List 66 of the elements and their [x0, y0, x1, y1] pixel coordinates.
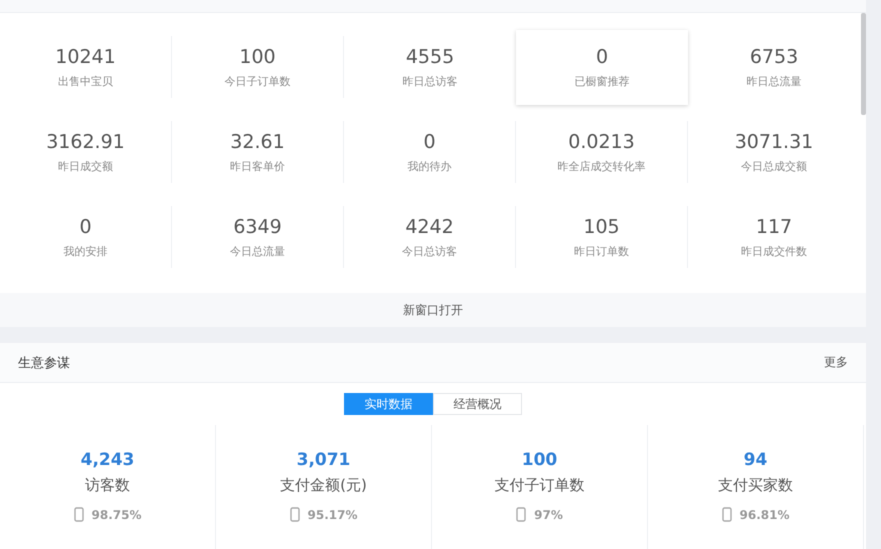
highlighted-stat-tile[interactable]: 0 已橱窗推荐	[516, 30, 688, 105]
stat-value: 117	[756, 216, 792, 238]
stat-tile[interactable]: 32.61 昨日客单价	[172, 121, 344, 183]
stat-label: 昨日成交额	[58, 158, 113, 174]
stat-tile[interactable]: 3162.91 昨日成交额	[0, 121, 172, 183]
stat-tile[interactable]: 6349 今日总流量	[172, 206, 344, 268]
stat-value: 0.0213	[568, 130, 635, 152]
mobile-share: 98.75%	[92, 508, 142, 522]
metric-value: 94	[744, 450, 768, 470]
stat-label: 昨日总流量	[746, 74, 802, 89]
stat-value: 0	[596, 46, 608, 68]
metric-label: 支付金额(元)	[280, 476, 367, 495]
stat-tile[interactable]: 105 昨日订单数	[516, 206, 688, 268]
metric-label: 支付买家数	[718, 476, 793, 495]
metric-label: 支付子订单数	[494, 476, 584, 495]
stat-label: 今日总流量	[230, 244, 285, 258]
mobile-share: 96.81%	[740, 508, 790, 522]
stat-value: 100	[239, 46, 276, 68]
stat-value: 0	[79, 216, 92, 238]
stat-value: 6349	[233, 216, 282, 238]
metric-value: 100	[522, 450, 558, 470]
more-link[interactable]: 更多	[824, 354, 848, 371]
stat-label: 昨全店成交转化率	[558, 158, 646, 174]
stat-value: 0	[423, 130, 436, 152]
stat-tile[interactable]: 0.0213 昨全店成交转化率	[516, 121, 688, 183]
stat-tile[interactable]: 4242 今日总访客	[344, 206, 516, 268]
metric-value: 4,243	[80, 450, 134, 470]
stat-label: 昨日订单数	[574, 244, 629, 258]
stat-label: 我的待办	[408, 158, 452, 174]
tab[interactable]: 经营概况	[433, 393, 522, 415]
mobile-share: 95.17%	[308, 508, 358, 522]
stat-label: 已橱窗推荐	[574, 74, 630, 89]
metric-value: 3,071	[296, 450, 350, 470]
phone-icon	[516, 507, 526, 522]
stat-tile[interactable]: 100 今日子订单数	[172, 36, 344, 98]
phone-icon	[722, 507, 732, 522]
stat-label: 昨日成交件数	[741, 244, 807, 259]
stat-label: 今日总访客	[402, 244, 457, 258]
phone-icon	[290, 507, 300, 522]
stat-tile[interactable]: 4555 昨日总访客	[344, 30, 516, 105]
stat-value: 32.61	[230, 130, 285, 152]
stat-label: 今日子订单数	[224, 74, 290, 88]
stat-value: 10241	[55, 46, 116, 68]
stat-tile[interactable]: 6753 昨日总流量	[688, 30, 860, 105]
stat-label: 我的安排	[64, 244, 108, 258]
mobile-share: 97%	[534, 508, 563, 522]
stat-tile[interactable]: 117 昨日成交件数	[688, 200, 860, 275]
stat-value: 105	[583, 216, 620, 238]
section-title: 生意参谋	[18, 354, 70, 372]
stat-tile[interactable]: 0 我的安排	[0, 206, 172, 268]
metric-label: 访客数	[85, 476, 130, 495]
phone-icon	[74, 507, 84, 522]
stat-value: 3162.91	[46, 130, 125, 152]
stat-label: 出售中宝贝	[58, 74, 113, 88]
stat-value: 6753	[750, 46, 798, 68]
stat-label: 今日总成交额	[741, 159, 807, 174]
stat-value: 4242	[405, 216, 454, 238]
open-in-new-window-link[interactable]: 新窗口打开	[403, 302, 463, 318]
stat-tile[interactable]: 0 我的待办	[344, 121, 516, 183]
scrollbar[interactable]	[861, 13, 866, 115]
stat-label: 昨日客单价	[230, 158, 285, 174]
stat-tile[interactable]: 3071.31 今日总成交额	[688, 115, 860, 190]
stat-value: 4555	[406, 46, 454, 68]
stat-value: 3071.31	[734, 131, 814, 153]
stat-tile[interactable]: 10241 出售中宝贝	[0, 36, 172, 98]
stat-label: 昨日总访客	[402, 74, 458, 89]
